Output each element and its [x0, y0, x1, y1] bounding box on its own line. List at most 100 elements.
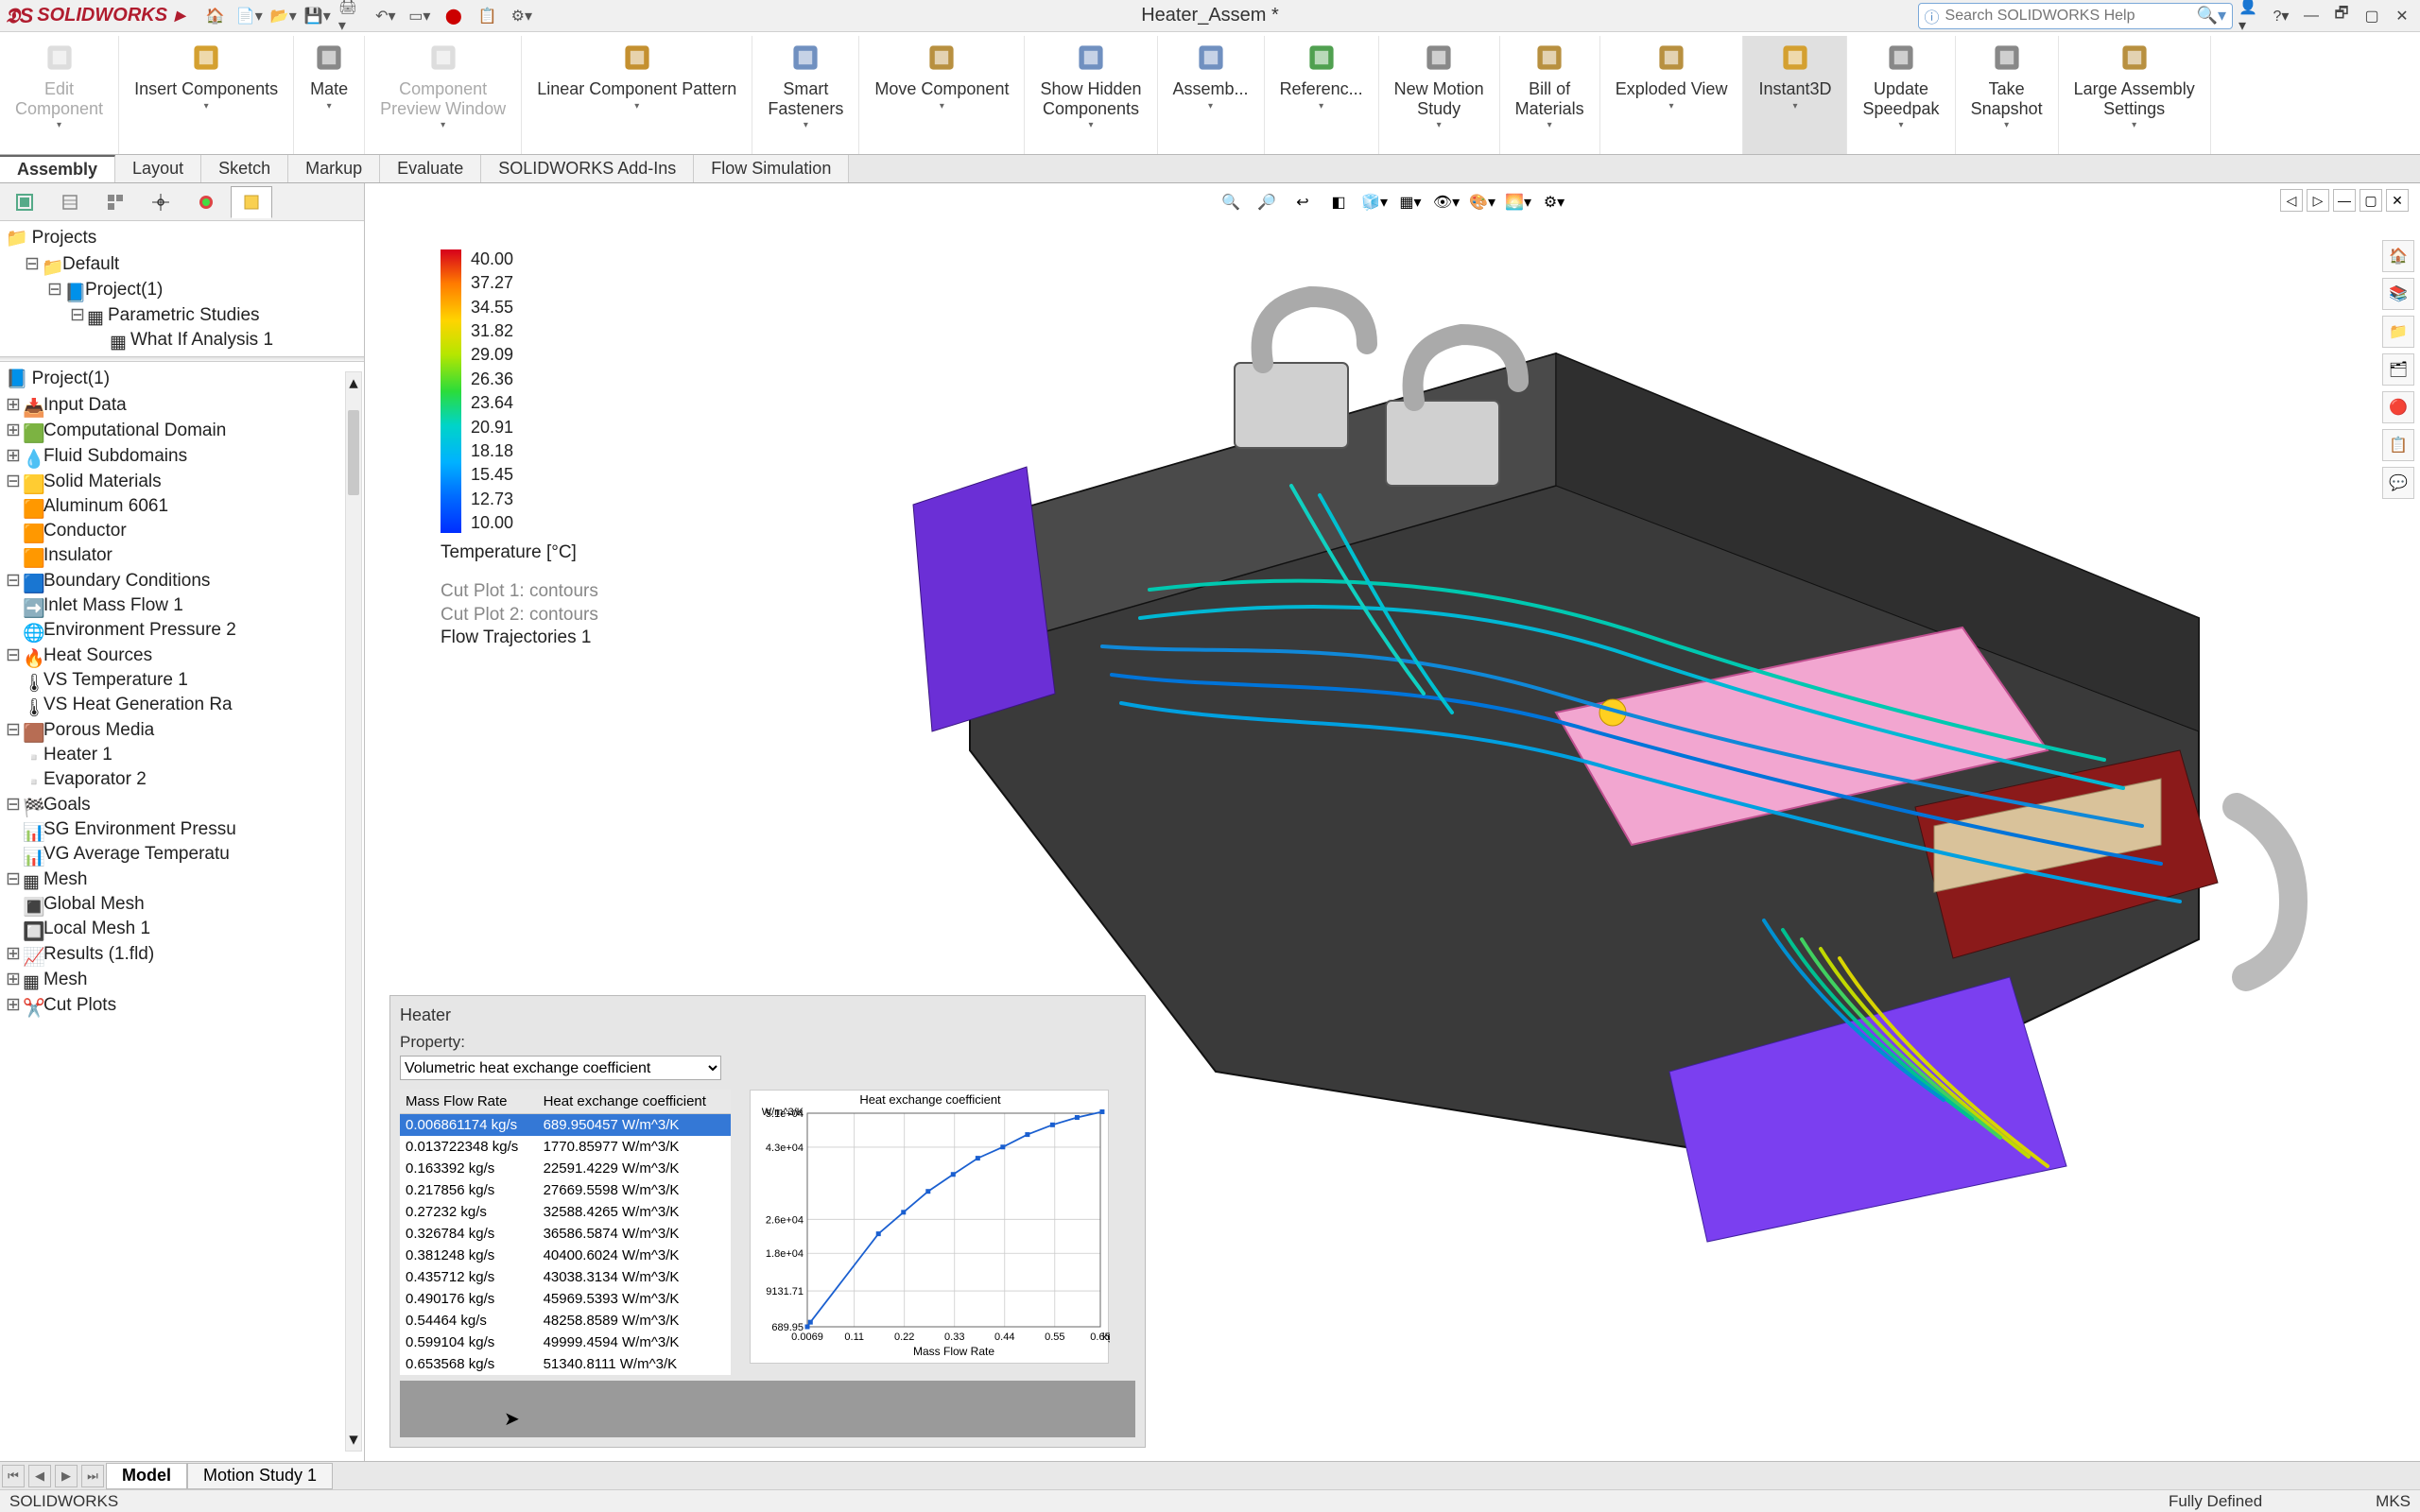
table-row[interactable]: 0.006861174 kg/s689.950457 W/m^3/K [400, 1114, 731, 1137]
ribbon-mate[interactable]: Mate▾ [294, 36, 365, 154]
design-library-icon[interactable]: 📚 [2382, 278, 2414, 310]
zoom-fit-icon[interactable]: 🔍 [1217, 189, 1245, 215]
vp-min-icon[interactable]: — [2333, 189, 2356, 212]
expand-icon[interactable]: ⊟ [6, 719, 19, 741]
expand-icon[interactable]: ⊟ [6, 868, 19, 890]
tree-item[interactable]: ⊞📥Input Data [6, 392, 358, 418]
expand-icon[interactable]: ⊟ [6, 794, 19, 816]
ribbon-bom[interactable]: Bill of Materials▾ [1500, 36, 1600, 154]
ribbon-smart-fasteners[interactable]: Smart Fasteners▾ [752, 36, 859, 154]
tree-item[interactable]: ▦What If Analysis 1 [6, 328, 358, 352]
section-icon[interactable]: ◧ [1324, 189, 1353, 215]
legend-item[interactable]: Cut Plot 2: contours [441, 604, 598, 627]
expand-icon[interactable]: ⊟ [25, 253, 38, 275]
tab-solidworks-add-ins[interactable]: SOLIDWORKS Add-Ins [481, 155, 694, 182]
print-icon[interactable]: 🖨▾ [338, 4, 365, 28]
open-icon[interactable]: 📂▾ [270, 4, 297, 28]
tab-layout[interactable]: Layout [115, 155, 201, 182]
user-icon[interactable]: 👤▾ [2238, 4, 2263, 28]
tree-item[interactable]: 🟧Conductor [6, 519, 358, 543]
expand-icon[interactable]: ⊞ [6, 994, 19, 1016]
tree-item[interactable]: ⊟🏁Goals [6, 792, 358, 817]
legend-item[interactable]: Flow Trajectories 1 [441, 627, 598, 650]
bottom-tab-motion-study-1[interactable]: Motion Study 1 [187, 1463, 333, 1489]
vp-prev-icon[interactable]: ◁ [2280, 189, 2303, 212]
property-select[interactable]: Volumetric heat exchange coefficient [400, 1056, 721, 1080]
tree-item[interactable]: ▫️Evaporator 2 [6, 767, 358, 792]
resources-tab-icon[interactable]: 🏠 [2382, 240, 2414, 272]
tree-item[interactable]: 🔲Local Mesh 1 [6, 917, 358, 941]
table-row[interactable]: 0.27232 kg/s32588.4265 W/m^3/K [400, 1201, 731, 1223]
ribbon-large-assembly[interactable]: Large Assembly Settings▾ [2059, 36, 2211, 154]
tab-feature-tree-icon[interactable] [4, 186, 45, 218]
dropdown-icon[interactable]: ▾ [327, 101, 332, 112]
expand-icon[interactable]: ⊞ [6, 969, 19, 990]
tree-item[interactable]: 🟧Aluminum 6061 [6, 494, 358, 519]
help-menu-icon[interactable]: ?▾ [2269, 4, 2293, 28]
tree-item[interactable]: 📊VG Average Temperatu [6, 842, 358, 867]
vp-max-icon[interactable]: ▢ [2360, 189, 2382, 212]
maximize-icon[interactable]: ▢ [2360, 4, 2384, 28]
tab-property-icon[interactable] [49, 186, 91, 218]
tree-root[interactable]: 📘 Project(1) [6, 366, 358, 392]
table-row[interactable]: 0.435712 kg/s43038.3134 W/m^3/K [400, 1266, 731, 1288]
tree-item[interactable]: ⊞▦Mesh [6, 967, 358, 992]
undo-icon[interactable]: ↶▾ [372, 4, 399, 28]
table-row[interactable]: 0.54464 kg/s48258.8589 W/m^3/K [400, 1310, 731, 1332]
tree-item[interactable]: ⊞💧Fluid Subdomains [6, 443, 358, 469]
scroll-up-icon[interactable]: ▴ [346, 372, 361, 394]
select-icon[interactable]: ▭▾ [406, 4, 433, 28]
tree-item[interactable]: 📊SG Environment Pressu [6, 817, 358, 842]
tree-root[interactable]: 📁 Projects [6, 225, 358, 251]
table-row[interactable]: 0.381248 kg/s40400.6024 W/m^3/K [400, 1245, 731, 1266]
ribbon-take-snapshot[interactable]: Take Snapshot▾ [1956, 36, 2059, 154]
tab-assembly[interactable]: Assembly [0, 155, 115, 182]
tree-item[interactable]: ⊟🟫Porous Media [6, 717, 358, 743]
dropdown-icon[interactable]: ▾ [1792, 101, 1797, 112]
dropdown-icon[interactable]: ▾ [2004, 120, 2009, 130]
tab-dimxpert-icon[interactable] [140, 186, 182, 218]
vp-next-icon[interactable]: ▷ [2307, 189, 2329, 212]
prev-view-icon[interactable]: ↩ [1288, 189, 1317, 215]
dropdown-icon[interactable]: ▾ [1208, 101, 1213, 112]
tree-item[interactable]: ⊟▦Mesh [6, 867, 358, 892]
tree-item[interactable]: 🔳Global Mesh [6, 892, 358, 917]
ribbon-insert-components[interactable]: Insert Components▾ [119, 36, 294, 154]
options-icon[interactable]: 📋 [475, 4, 501, 28]
help-search[interactable]: ⓘ 🔍▾ [1918, 3, 2233, 29]
tree-item[interactable]: ▫️Heater 1 [6, 743, 358, 767]
hide-show-icon[interactable]: 👁▾ [1432, 189, 1461, 215]
tab-sketch[interactable]: Sketch [201, 155, 288, 182]
chevron-right-icon[interactable]: ▶ [175, 8, 185, 24]
expand-icon[interactable]: ⊞ [6, 943, 19, 965]
expand-icon[interactable]: ⊟ [6, 570, 19, 592]
tree-item[interactable]: ➡️Inlet Mass Flow 1 [6, 593, 358, 618]
ribbon-instant3d[interactable]: Instant3D▾ [1743, 36, 1847, 154]
bottom-tab-model[interactable]: Model [106, 1463, 187, 1489]
dropdown-icon[interactable]: ▾ [57, 120, 61, 130]
minimize-icon[interactable]: — [2299, 4, 2324, 28]
search-icon[interactable]: 🔍▾ [2197, 6, 2226, 26]
save-icon[interactable]: 💾▾ [304, 4, 331, 28]
search-input[interactable] [1945, 8, 2191, 25]
zoom-area-icon[interactable]: 🔎 [1253, 189, 1281, 215]
tree-item[interactable]: ⊞📈Results (1.fld) [6, 941, 358, 967]
expand-icon[interactable]: ⊞ [6, 445, 19, 467]
ribbon-exploded-view[interactable]: Exploded View▾ [1600, 36, 1744, 154]
tree-item[interactable]: ⊟▦Parametric Studies [6, 302, 358, 328]
tree-item[interactable]: 🌡VS Temperature 1 [6, 668, 358, 693]
ribbon-assembly-features[interactable]: Assemb...▾ [1158, 36, 1265, 154]
view-palette-icon[interactable]: 🗂 [2382, 353, 2414, 386]
ribbon-linear-pattern[interactable]: Linear Component Pattern▾ [522, 36, 752, 154]
dropdown-icon[interactable]: ▾ [204, 101, 209, 112]
ribbon-show-hidden[interactable]: Show Hidden Components▾ [1025, 36, 1157, 154]
close-icon[interactable]: ✕ [2390, 4, 2414, 28]
dropdown-icon[interactable]: ▾ [940, 101, 944, 112]
dropdown-icon[interactable]: ▾ [804, 120, 808, 130]
tab-config-icon[interactable] [95, 186, 136, 218]
simulation-tree[interactable]: 📘 Project(1) ⊞📥Input Data⊞🟩Computational… [0, 362, 364, 1461]
tab-next-icon[interactable]: ▶ [55, 1465, 78, 1487]
graphics-viewport[interactable]: 🔍 🔎 ↩ ◧ 🧊▾ ▦▾ 👁▾ 🎨▾ 🌅▾ ⚙▾ ◁ ▷ — ▢ ✕ 40.0… [365, 183, 2420, 1461]
forum-icon[interactable]: 💬 [2382, 467, 2414, 499]
dropdown-icon[interactable]: ▾ [1437, 120, 1442, 130]
